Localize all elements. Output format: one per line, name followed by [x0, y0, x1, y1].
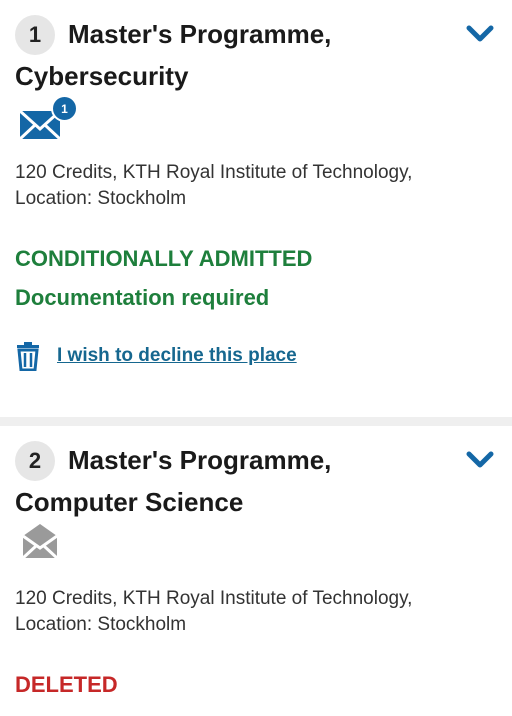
- message-count-badge: 1: [51, 95, 78, 122]
- decline-place-link[interactable]: I wish to decline this place: [57, 345, 297, 367]
- decline-row: I wish to decline this place: [15, 340, 297, 372]
- application-title: Master's Programme, Computer Science: [15, 439, 435, 523]
- chevron-down-icon[interactable]: [466, 25, 494, 43]
- substatus-label: Documentation required: [15, 285, 270, 310]
- application-info-line2: Location: Stockholm: [15, 614, 187, 635]
- status-label: DELETED: [15, 672, 118, 697]
- trash-icon[interactable]: [15, 341, 41, 371]
- application-title-line1: Master's Programme,: [68, 19, 332, 49]
- application-title-line2: Computer Science: [15, 487, 244, 517]
- chevron-down-icon[interactable]: [466, 451, 494, 469]
- application-title: Master's Programme, Cybersecurity: [15, 13, 435, 97]
- application-info: 120 Credits, KTH Royal Institute of Tech…: [15, 586, 485, 638]
- envelope-open-icon[interactable]: [17, 520, 65, 560]
- status-label: CONDITIONALLY ADMITTED: [15, 246, 313, 271]
- application-title-line2: Cybersecurity: [15, 61, 189, 91]
- application-info: 120 Credits, KTH Royal Institute of Tech…: [15, 160, 485, 212]
- application-title-line1: Master's Programme,: [68, 445, 332, 475]
- application-card-2: 2 Master's Programme, Computer Science 1…: [0, 426, 512, 716]
- application-info-line1: 120 Credits, KTH Royal Institute of Tech…: [15, 162, 413, 183]
- application-card-1: 1 Master's Programme, Cybersecurity 1 12…: [0, 0, 512, 417]
- card-separator: [0, 417, 512, 426]
- application-info-line1: 120 Credits, KTH Royal Institute of Tech…: [15, 588, 413, 609]
- application-info-line2: Location: Stockholm: [15, 188, 187, 209]
